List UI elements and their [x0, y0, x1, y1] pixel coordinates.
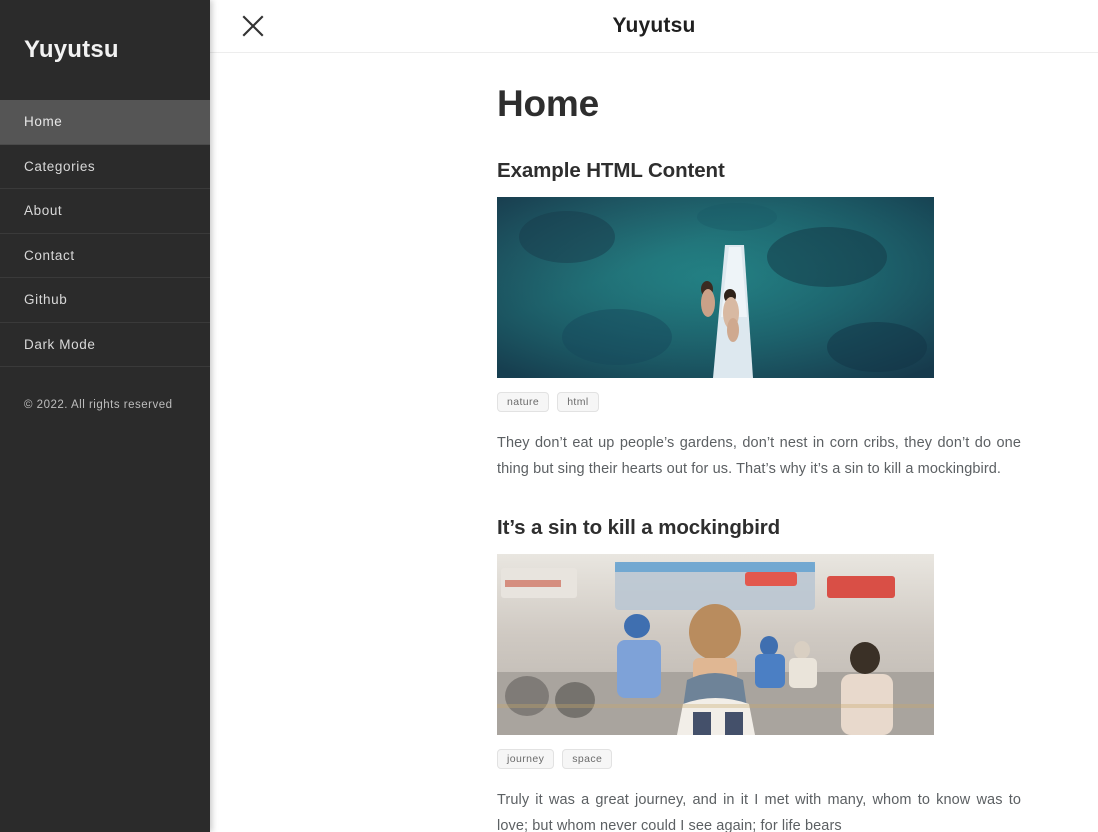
post-tags: journey space [497, 749, 1021, 769]
post-image-journey[interactable] [497, 554, 934, 735]
post-item: It’s a sin to kill a mockingbird journey… [497, 516, 1021, 832]
page-title: Home [497, 83, 599, 124]
sidebar-brand: Yuyutsu [0, 0, 210, 100]
post-body: Truly it was a great journey, and in it … [497, 792, 1021, 832]
sidebar-nav: Home Categories About Contact Github Dar… [0, 100, 210, 367]
sidebar-item-dark-mode[interactable]: Dark Mode [0, 322, 210, 367]
sidebar-item-label: Dark Mode [24, 336, 96, 352]
tag-chip[interactable]: journey [497, 749, 555, 769]
tag-chip[interactable]: space [562, 749, 613, 769]
post-image-nature[interactable] [497, 197, 934, 378]
sidebar-item-categories[interactable]: Categories [0, 144, 210, 189]
content-column: Home Example HTML Content nature html Th… [497, 53, 1021, 832]
sidebar-item-github[interactable]: Github [0, 278, 210, 323]
sidebar-copyright: © 2022. All rights reserved [24, 399, 173, 411]
post-tags: nature html [497, 392, 1021, 412]
close-icon[interactable] [238, 11, 268, 41]
sidebar-drawer: Yuyutsu Home Categories About Contact Gi… [0, 0, 210, 832]
sidebar-item-label: About [24, 203, 63, 219]
sidebar-item-label: Categories [24, 158, 96, 174]
sidebar-item-label: Github [24, 292, 68, 308]
sidebar-item-label: Home [24, 114, 63, 130]
tag-chip[interactable]: nature [497, 392, 550, 412]
sidebar-brand-label: Yuyutsu [24, 36, 119, 63]
top-bar: Yuyutsu [210, 0, 1098, 53]
main-content: Home Example HTML Content nature html Th… [210, 53, 1098, 832]
sidebar-item-home[interactable]: Home [0, 100, 210, 145]
post-title: It’s a sin to kill a mockingbird [497, 516, 781, 539]
sidebar-item-label: Contact [24, 247, 75, 263]
post-item: Example HTML Content nature html They do… [497, 159, 1021, 482]
page-title-header: Yuyutsu [612, 14, 696, 37]
app-root: Yuyutsu Home Categories About Contact Gi… [0, 0, 1098, 832]
sidebar-item-contact[interactable]: Contact [0, 233, 210, 278]
post-title: Example HTML Content [497, 159, 725, 182]
sidebar-item-about[interactable]: About [0, 189, 210, 234]
tag-chip[interactable]: html [557, 392, 599, 412]
post-body: They don’t eat up people’s gardens, don’… [497, 435, 1021, 477]
